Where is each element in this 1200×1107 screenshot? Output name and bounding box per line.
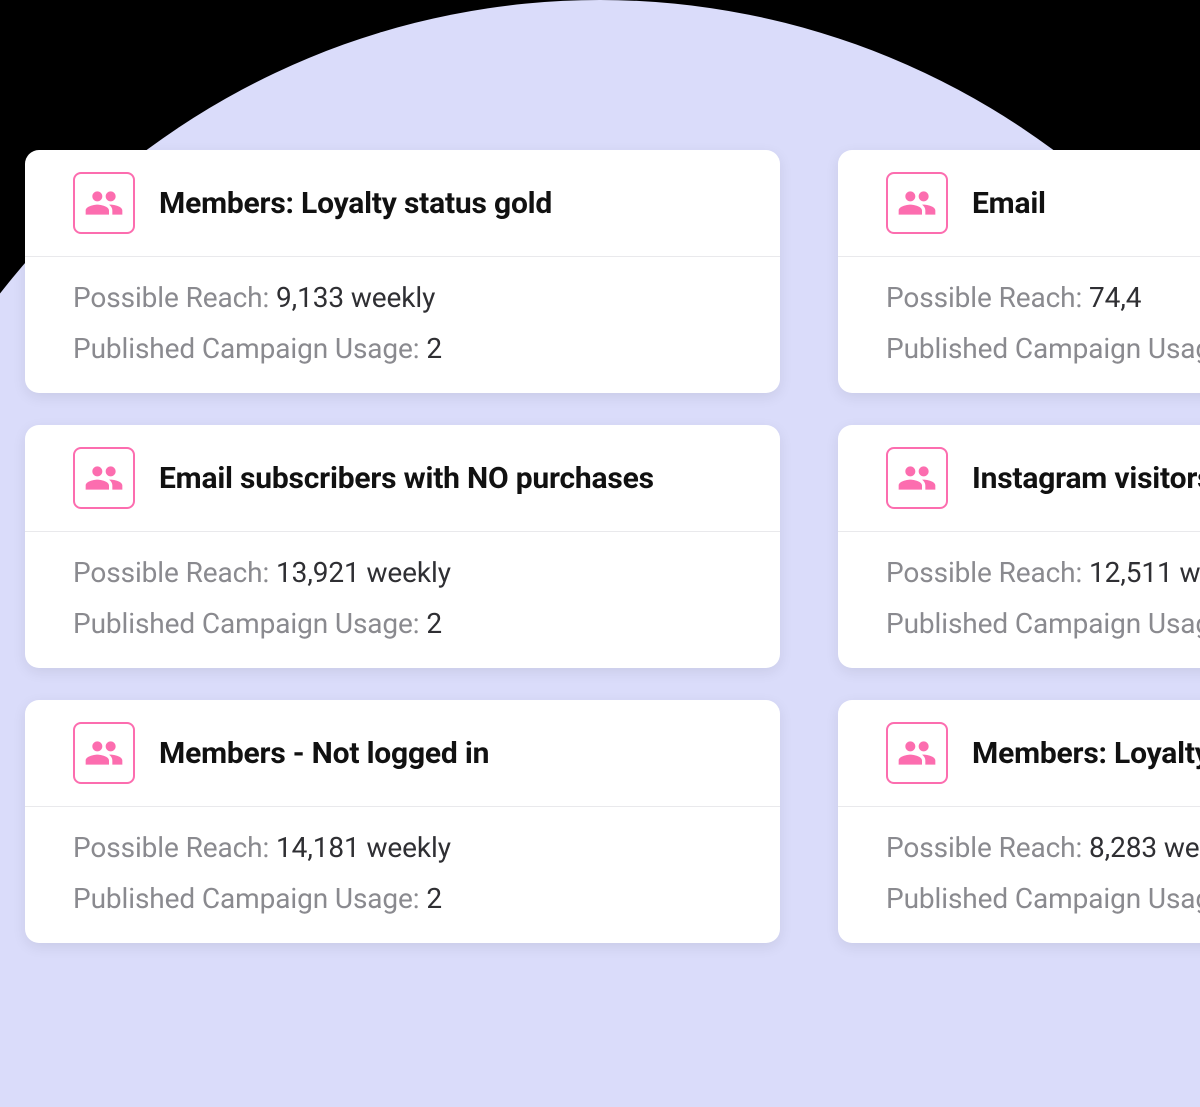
people-icon xyxy=(73,447,135,509)
possible-reach-row: Possible Reach: 8,283 wee xyxy=(886,831,1200,864)
possible-reach-label: Possible Reach: xyxy=(886,281,1082,314)
possible-reach-value: 9,133 weekly xyxy=(276,281,435,314)
published-usage-row: Published Campaign Usage: 2 xyxy=(73,607,732,640)
segment-card-header: Email subscribers with NO purchases xyxy=(25,425,780,532)
published-usage-row: Published Campaign Usage: xyxy=(886,607,1200,640)
segment-title: Members: Loyalty xyxy=(972,736,1200,771)
segment-card[interactable]: Members: Loyalty status gold Possible Re… xyxy=(25,150,780,393)
segment-title: Members: Loyalty status gold xyxy=(159,186,552,221)
segment-cards-grid: Members: Loyalty status gold Possible Re… xyxy=(25,150,1200,943)
people-icon xyxy=(886,447,948,509)
segment-card-body: Possible Reach: 13,921 weekly Published … xyxy=(25,532,780,668)
published-usage-label: Published Campaign Usage: xyxy=(73,882,420,915)
segment-card-body: Possible Reach: 8,283 wee Published Camp… xyxy=(838,807,1200,943)
possible-reach-label: Possible Reach: xyxy=(886,831,1082,864)
published-usage-value: 2 xyxy=(426,882,442,915)
segment-card[interactable]: Members: Loyalty Possible Reach: 8,283 w… xyxy=(838,700,1200,943)
possible-reach-value: 74,4 xyxy=(1089,281,1141,314)
segment-card-header: Members - Not logged in xyxy=(25,700,780,807)
possible-reach-row: Possible Reach: 14,181 weekly xyxy=(73,831,732,864)
segment-card-header: Email xyxy=(838,150,1200,257)
segment-title: Members - Not logged in xyxy=(159,736,489,771)
published-usage-row: Published Campaign Usage: 2 xyxy=(73,882,732,915)
possible-reach-label: Possible Reach: xyxy=(73,831,269,864)
published-usage-value: 2 xyxy=(426,607,442,640)
possible-reach-row: Possible Reach: 74,4 xyxy=(886,281,1200,314)
published-usage-row: Published Campaign Usage: xyxy=(886,332,1200,365)
possible-reach-row: Possible Reach: 13,921 weekly xyxy=(73,556,732,589)
segment-card[interactable]: Instagram visitors Possible Reach: 12,51… xyxy=(838,425,1200,668)
segment-title: Instagram visitors xyxy=(972,461,1200,496)
segment-card-body: Possible Reach: 12,511 we Published Camp… xyxy=(838,532,1200,668)
segment-card-body: Possible Reach: 14,181 weekly Published … xyxy=(25,807,780,943)
segment-card-header: Members: Loyalty status gold xyxy=(25,150,780,257)
segment-card-body: Possible Reach: 9,133 weekly Published C… xyxy=(25,257,780,393)
published-usage-label: Published Campaign Usage: xyxy=(886,332,1200,365)
published-usage-label: Published Campaign Usage: xyxy=(886,607,1200,640)
segment-card[interactable]: Email subscribers with NO purchases Poss… xyxy=(25,425,780,668)
segment-card-body: Possible Reach: 74,4 Published Campaign … xyxy=(838,257,1200,393)
segment-card-header: Instagram visitors xyxy=(838,425,1200,532)
published-usage-label: Published Campaign Usage: xyxy=(73,607,420,640)
possible-reach-value: 14,181 weekly xyxy=(276,831,451,864)
possible-reach-row: Possible Reach: 9,133 weekly xyxy=(73,281,732,314)
possible-reach-value: 8,283 wee xyxy=(1089,831,1200,864)
people-icon xyxy=(73,722,135,784)
segment-card-header: Members: Loyalty xyxy=(838,700,1200,807)
people-icon xyxy=(886,172,948,234)
published-usage-label: Published Campaign Usage: xyxy=(73,332,420,365)
segment-title: Email subscribers with NO purchases xyxy=(159,461,654,496)
possible-reach-value: 13,921 weekly xyxy=(276,556,451,589)
possible-reach-row: Possible Reach: 12,511 we xyxy=(886,556,1200,589)
published-usage-value: 2 xyxy=(426,332,442,365)
segment-card[interactable]: Members - Not logged in Possible Reach: … xyxy=(25,700,780,943)
possible-reach-value: 12,511 we xyxy=(1089,556,1200,589)
published-usage-row: Published Campaign Usage: 2 xyxy=(73,332,732,365)
people-icon xyxy=(886,722,948,784)
published-usage-row: Published Campaign Usage: xyxy=(886,882,1200,915)
possible-reach-label: Possible Reach: xyxy=(73,281,269,314)
segment-title: Email xyxy=(972,186,1046,221)
possible-reach-label: Possible Reach: xyxy=(73,556,269,589)
published-usage-label: Published Campaign Usage: xyxy=(886,882,1200,915)
people-icon xyxy=(73,172,135,234)
segment-card[interactable]: Email Possible Reach: 74,4 Published Cam… xyxy=(838,150,1200,393)
possible-reach-label: Possible Reach: xyxy=(886,556,1082,589)
